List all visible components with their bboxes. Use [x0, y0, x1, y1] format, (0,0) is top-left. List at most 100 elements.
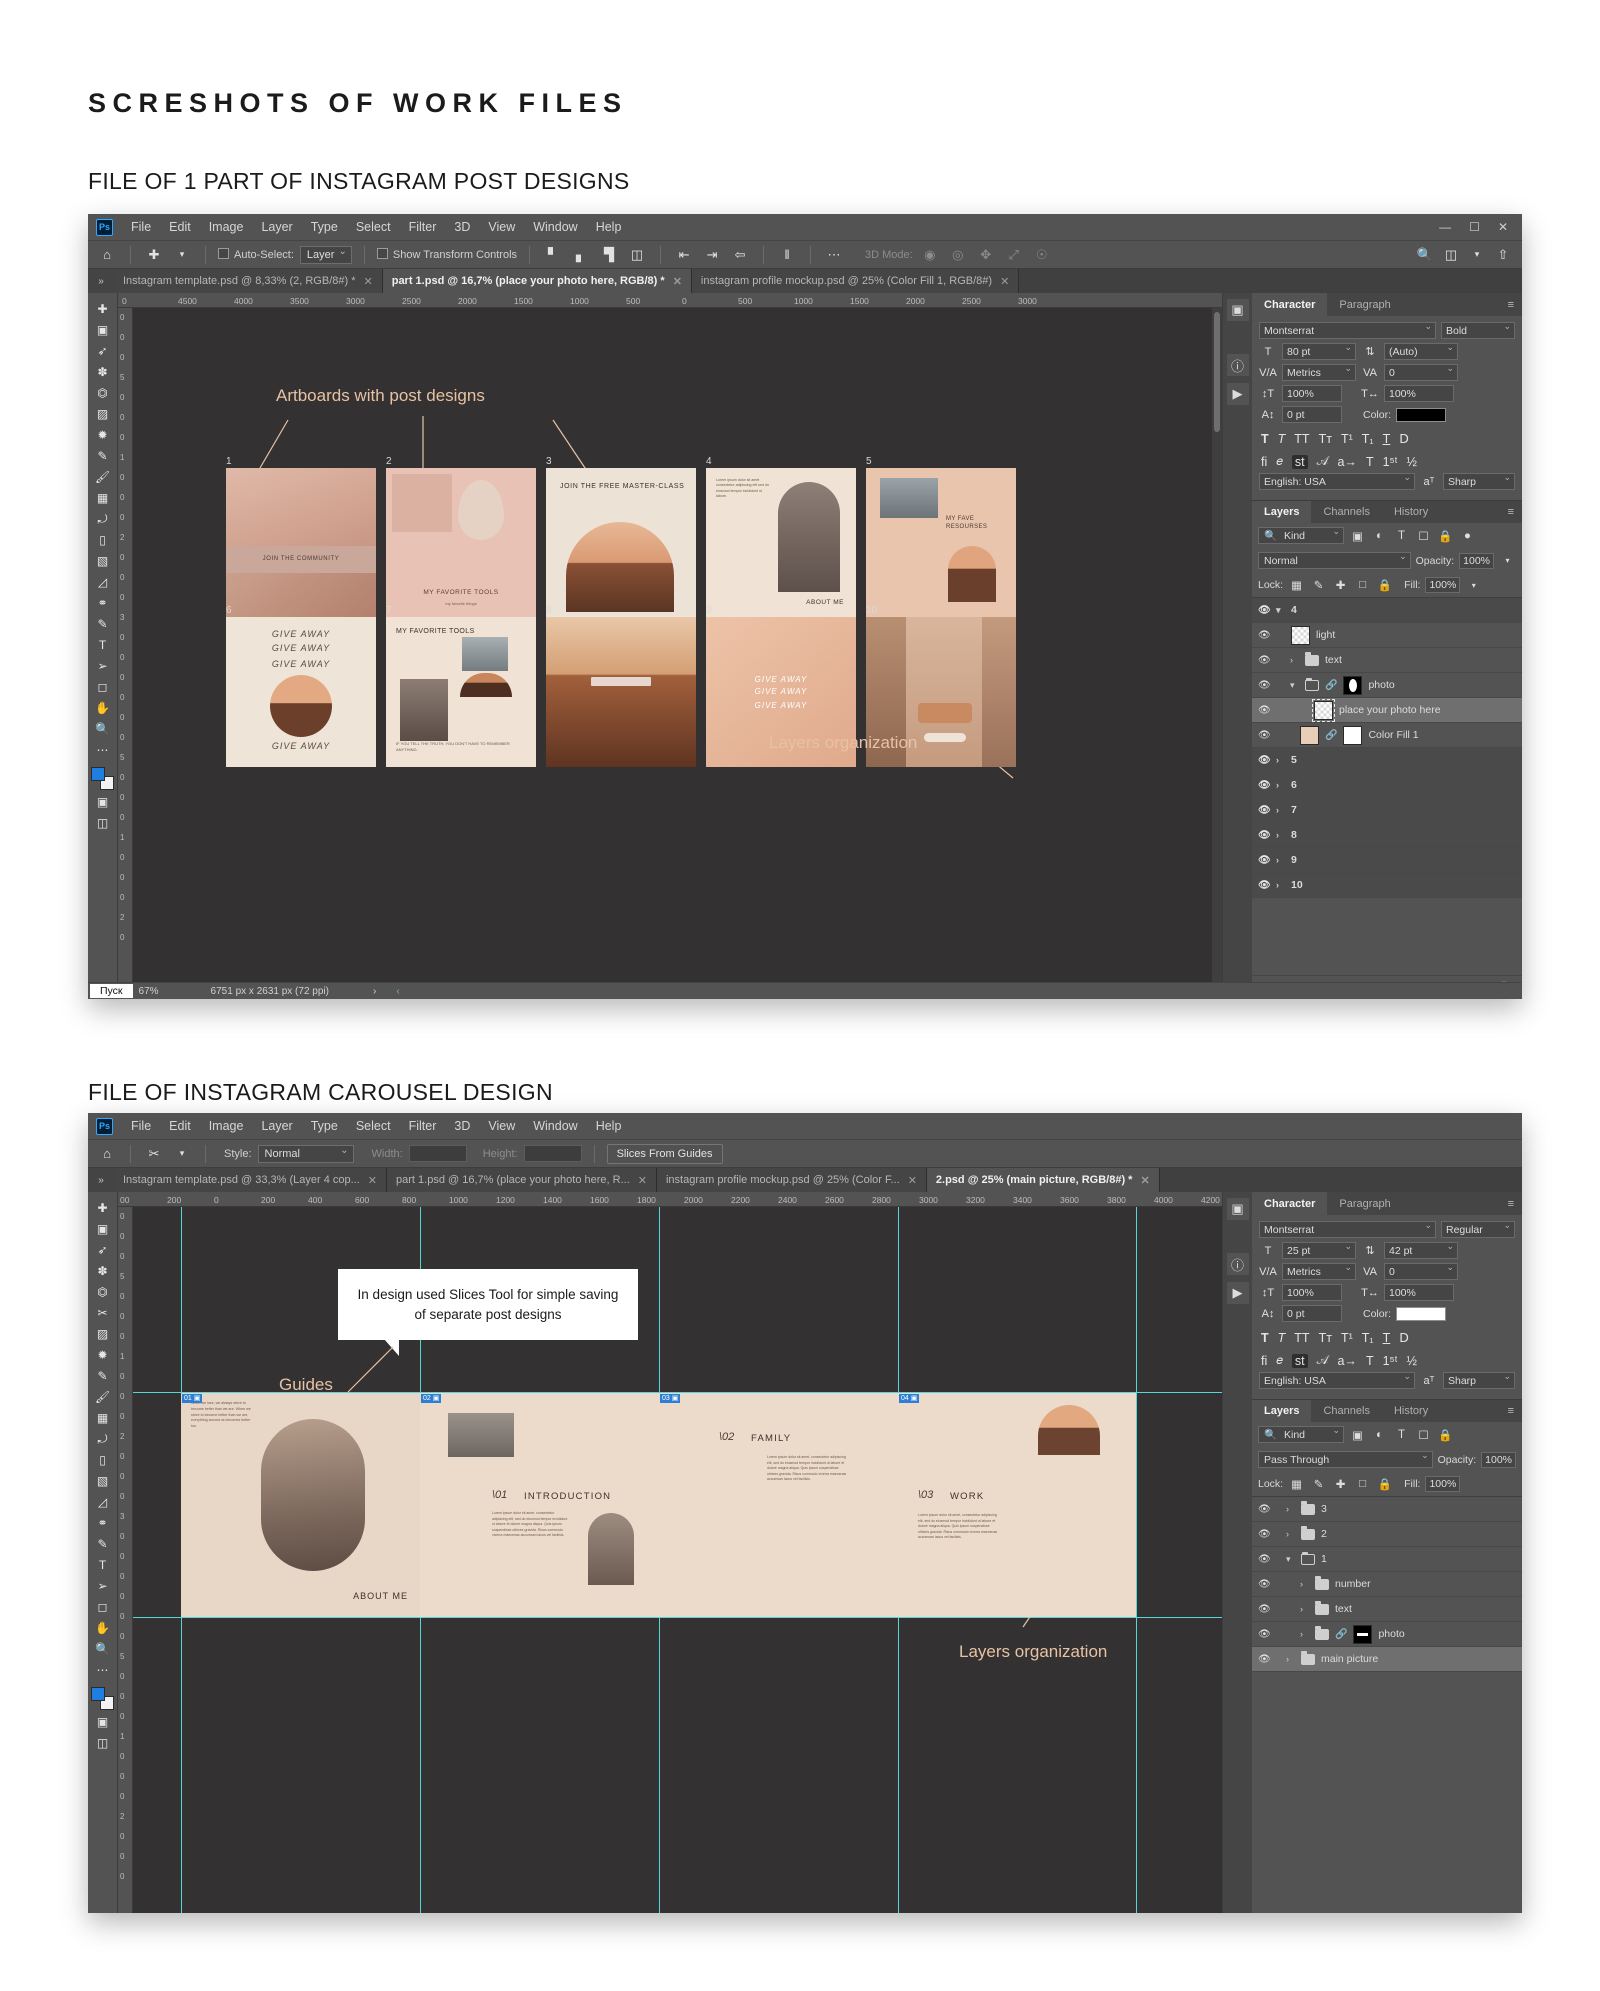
artboard-7[interactable]: MY FAVORITE TOOLS IF YOU TELL THE TRUTH,… — [386, 617, 536, 767]
menu-view[interactable]: View — [479, 1116, 524, 1136]
libraries-icon[interactable]: ▣ — [1226, 299, 1249, 321]
align-center-h-icon[interactable]: ▖ — [570, 245, 592, 265]
carousel-slide-3[interactable]: \02 FAMILY Lorem ipsum dolor sit amet, c… — [659, 1393, 898, 1617]
home-icon[interactable]: ⌂ — [96, 1144, 118, 1164]
chevron-right-icon[interactable]: › — [1300, 1604, 1309, 1614]
menu-3d[interactable]: 3D — [445, 217, 479, 237]
faux-bold-icon[interactable]: T — [1261, 1331, 1269, 1345]
visibility-icon[interactable]: 👁 — [1258, 1504, 1271, 1515]
tab-close-icon[interactable]: ✕ — [364, 275, 373, 288]
panel-menu-icon[interactable]: ≡ — [1500, 1192, 1522, 1215]
blur-tool-icon[interactable]: ◿ — [91, 572, 115, 592]
artboard-3[interactable]: JOIN THE FREE MASTER-CLASS — [546, 468, 696, 618]
lock-position-icon[interactable]: ✚ — [1332, 1477, 1349, 1491]
visibility-icon[interactable]: 👁 — [1258, 805, 1271, 816]
contextual-alternates-icon[interactable]: 𝑒 — [1276, 1353, 1283, 1368]
align-bottom-icon[interactable]: ⇦ — [729, 245, 751, 265]
swash-icon[interactable]: 𝒜 — [1317, 454, 1329, 469]
baseline-shift-input[interactable]: 0 pt — [1282, 406, 1342, 423]
info-icon[interactable]: ⓘ — [1226, 1253, 1249, 1275]
chevron-right-icon[interactable]: › — [1276, 855, 1285, 865]
filter-adjustment-icon[interactable]: ◐ — [1371, 530, 1388, 542]
filter-pixel-icon[interactable]: ▣ — [1349, 1428, 1366, 1442]
menu-layer[interactable]: Layer — [252, 1116, 301, 1136]
play-icon[interactable]: ▶ — [1226, 1282, 1249, 1304]
superscript-icon[interactable]: T¹ — [1341, 1331, 1353, 1345]
layer-row[interactable]: 👁 › text — [1252, 1597, 1522, 1622]
play-icon[interactable]: ▶ — [1226, 383, 1249, 405]
tab-close-icon[interactable]: ✕ — [1140, 1174, 1149, 1187]
discretionary-ligatures-icon[interactable]: st — [1291, 454, 1308, 469]
font-family-select[interactable]: Montserrat — [1259, 1220, 1436, 1238]
chevron-down-icon[interactable]: ▾ — [1499, 556, 1516, 565]
layer-list-2[interactable]: 👁 › 3 👁 › 2 👁 ▾ 1 👁 › number 👁 › text 👁 … — [1252, 1496, 1522, 1913]
marquee-tool-icon[interactable]: ▣ — [91, 320, 115, 340]
type-tool-icon[interactable]: T — [91, 635, 115, 655]
filter-type-icon[interactable]: T — [1393, 1429, 1410, 1441]
libraries-icon[interactable]: ▣ — [1226, 1198, 1249, 1220]
blend-mode-select[interactable]: Pass Through — [1258, 1450, 1433, 1468]
carousel-slide-1[interactable]: When we lose, we always strive to become… — [181, 1393, 420, 1617]
slice-badge-4[interactable]: 04 ▣ — [899, 1394, 920, 1403]
layer-row[interactable]: 👁 light — [1252, 623, 1522, 648]
status-nav-icon[interactable]: ‹ — [396, 986, 399, 997]
language-select[interactable]: English: USA — [1259, 1371, 1415, 1389]
quick-selection-tool-icon[interactable]: ✽ — [91, 1261, 115, 1281]
filter-smart-icon[interactable]: 🔒 — [1437, 529, 1454, 543]
visibility-icon[interactable]: 👁 — [1258, 605, 1271, 616]
baseline-shift-input[interactable]: 0 pt — [1282, 1305, 1342, 1322]
arrange-documents-icon[interactable]: ◫ — [1440, 245, 1462, 265]
eyedropper-tool-icon[interactable]: ✹ — [91, 1345, 115, 1365]
menu-edit[interactable]: Edit — [160, 1116, 200, 1136]
tab-history[interactable]: History — [1382, 501, 1440, 523]
visibility-icon[interactable]: 👁 — [1258, 830, 1271, 841]
lock-artboard-icon[interactable]: □ — [1354, 1478, 1371, 1490]
all-caps-icon[interactable]: TT — [1294, 432, 1309, 446]
blur-tool-icon[interactable]: ◿ — [91, 1492, 115, 1512]
pen-tool-icon[interactable]: ✎ — [91, 614, 115, 634]
tab-2psd[interactable]: 2.psd @ 25% (main picture, RGB/8#) * ✕ — [926, 1168, 1160, 1192]
chevron-right-icon[interactable]: › — [1276, 880, 1285, 890]
artboard-8[interactable] — [546, 617, 696, 767]
home-icon[interactable]: ⌂ — [96, 245, 118, 265]
menu-window[interactable]: Window — [524, 217, 586, 237]
layer-row[interactable]: 👁 ▾ 4 — [1252, 598, 1522, 623]
chevron-right-icon[interactable]: › — [1300, 1629, 1309, 1639]
screen-mode-icon[interactable]: ◫ — [91, 1733, 115, 1753]
layer-row[interactable]: 👁 › 5 — [1252, 748, 1522, 773]
carousel-container[interactable]: In design used Slices Tool for simple sa… — [133, 1207, 1222, 1913]
carousel-slide-4[interactable]: \03 WORK Lorem ipsum dolor sit amet, con… — [898, 1393, 1136, 1617]
panel-menu-icon[interactable]: ≡ — [1500, 1400, 1522, 1422]
visibility-icon[interactable]: 👁 — [1258, 1554, 1271, 1565]
kerning-select[interactable]: Metrics — [1282, 1262, 1356, 1280]
carousel-slide-2[interactable]: \01 INTRODUCTION Lorem ipsum dolor sit a… — [420, 1393, 659, 1617]
tracking-input[interactable]: 0 — [1384, 363, 1458, 381]
menu-filter[interactable]: Filter — [400, 1116, 446, 1136]
more-tools-icon[interactable]: ⋯ — [91, 1660, 115, 1680]
layer-filter-kind[interactable]: 🔍 Kind — [1258, 526, 1344, 544]
menu-help[interactable]: Help — [587, 217, 631, 237]
subscript-icon[interactable]: T₁ — [1362, 432, 1374, 446]
tab-paragraph[interactable]: Paragraph — [1327, 293, 1402, 316]
canvas-vscrollbar-1[interactable] — [1212, 308, 1222, 989]
info-icon[interactable]: ⓘ — [1226, 354, 1249, 376]
panel-menu-icon[interactable]: ≡ — [1500, 293, 1522, 316]
menu-help[interactable]: Help — [587, 1116, 631, 1136]
lock-transparent-icon[interactable]: ▦ — [1288, 1477, 1305, 1491]
menu-file[interactable]: File — [122, 217, 160, 237]
tab-layers[interactable]: Layers — [1252, 501, 1312, 523]
distribute-h-icon[interactable]: ◫ — [626, 245, 648, 265]
tab-instagram-profile-mockup[interactable]: instagram profile mockup.psd @ 25% (Colo… — [691, 269, 1020, 293]
filter-toggle-icon[interactable]: ● — [1459, 530, 1476, 542]
faux-italic-icon[interactable]: T — [1278, 1331, 1286, 1345]
visibility-icon[interactable]: 👁 — [1258, 655, 1271, 666]
layer-row[interactable]: 👁 › 2 — [1252, 1522, 1522, 1547]
layer-row[interactable]: 👁 › 3 — [1252, 1497, 1522, 1522]
move-tool-icon[interactable]: ✚ — [143, 245, 165, 265]
path-selection-tool-icon[interactable]: ➢ — [91, 656, 115, 676]
ordinals-icon[interactable]: 1⁵ᵗ — [1383, 455, 1398, 469]
chevron-right-icon[interactable]: › — [1286, 1504, 1295, 1514]
all-caps-icon[interactable]: TT — [1294, 1331, 1309, 1345]
filter-adjustment-icon[interactable]: ◐ — [1371, 1429, 1388, 1441]
move-tool-icon[interactable]: ✚ — [91, 299, 115, 319]
